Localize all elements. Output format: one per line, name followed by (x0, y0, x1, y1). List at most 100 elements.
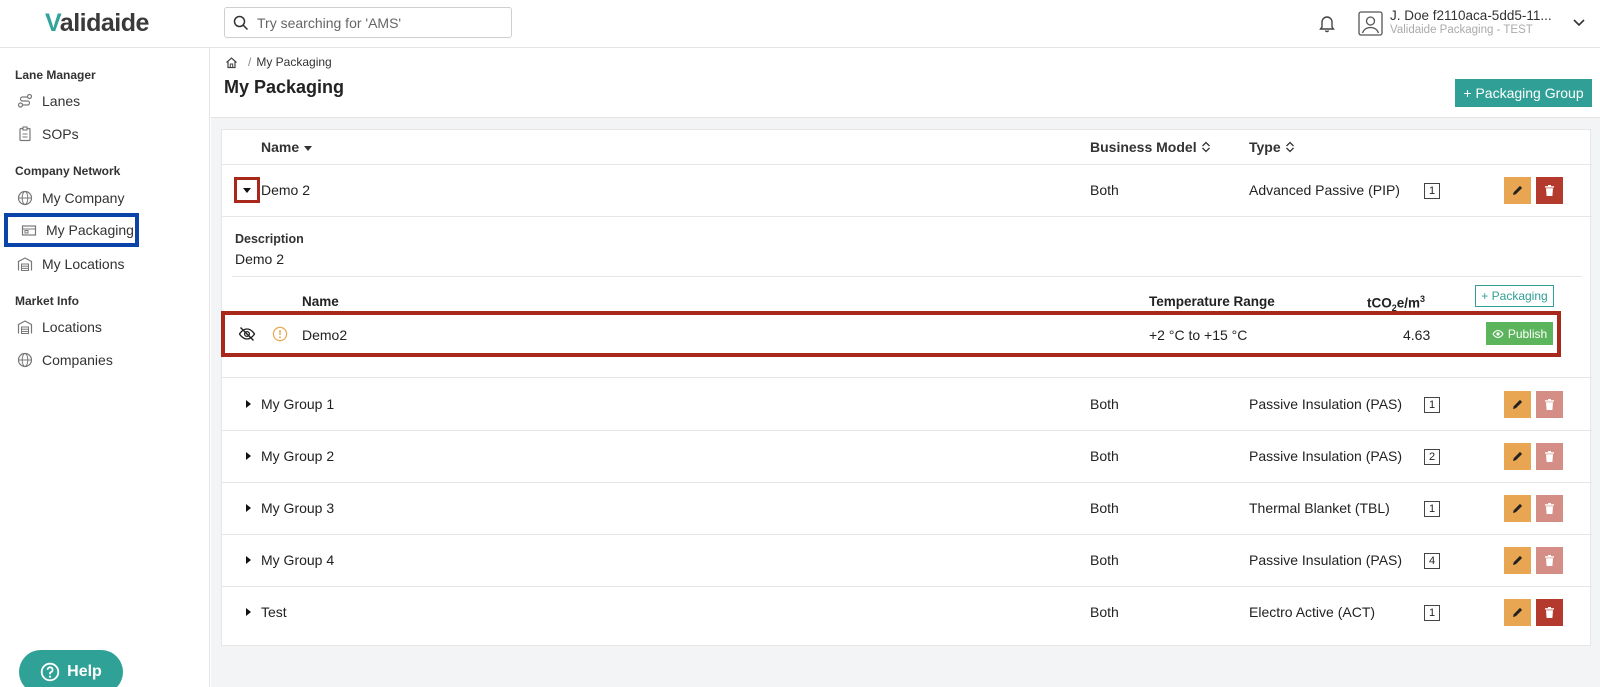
delete-button[interactable] (1536, 495, 1563, 522)
edit-button[interactable] (1504, 495, 1531, 522)
sidebar-item-locations[interactable]: Locations (17, 315, 102, 339)
help-button[interactable]: Help (19, 650, 123, 687)
search-box[interactable] (224, 7, 512, 38)
column-header-name[interactable]: Name (261, 139, 313, 155)
sidebar-item-my-company[interactable]: My Company (17, 186, 124, 210)
top-bar: Validaide J. Doe f2110aca-5dd5-11... Val… (0, 0, 1600, 48)
packaging-type: Passive Insulation (PAS) (1249, 396, 1403, 412)
sidebar-section-company-network: Company Network (15, 164, 121, 178)
packaging-type: Advanced Passive (PIP) (1249, 182, 1400, 198)
delete-button[interactable] (1536, 177, 1563, 204)
edit-button[interactable] (1504, 443, 1531, 470)
bell-icon[interactable] (1316, 12, 1338, 34)
delete-button[interactable] (1536, 599, 1563, 626)
sidebar-item-my-locations[interactable]: My Locations (17, 252, 124, 276)
tco2-value: 4.63 (1403, 327, 1431, 343)
pencil-icon (1513, 451, 1523, 461)
table-row[interactable]: Test Both Electro Active (ACT) 1 (222, 586, 1592, 638)
sidebar-item-lanes[interactable]: Lanes (17, 89, 80, 113)
user-company: Validaide Packaging - TEST (1390, 24, 1533, 36)
sidebar-item-label: Lanes (42, 93, 81, 109)
edit-button[interactable] (1504, 547, 1531, 574)
trash-icon (1545, 451, 1554, 462)
table-row[interactable]: My Group 1 Both Passive Insulation (PAS)… (222, 378, 1592, 430)
sidebar-item-sops[interactable]: SOPs (17, 122, 79, 146)
delete-button[interactable] (1536, 547, 1563, 574)
table-row[interactable]: My Group 4 Both Passive Insulation (PAS)… (222, 534, 1592, 586)
count-badge: 1 (1424, 605, 1440, 621)
pencil-icon (1513, 503, 1523, 513)
caret-right-icon[interactable] (241, 397, 255, 411)
business-model: Both (1090, 500, 1119, 516)
group-name: Test (261, 604, 287, 620)
sidebar-section-lane-manager: Lane Manager (15, 68, 96, 82)
trash-icon (1545, 185, 1554, 196)
packaging-type: Thermal Blanket (TBL) (1249, 500, 1390, 516)
sort-icon (1201, 141, 1210, 153)
group-name: My Group 2 (261, 448, 335, 464)
warning-icon (272, 326, 288, 342)
add-packaging-button[interactable]: + Packaging (1475, 285, 1554, 307)
edit-button[interactable] (1504, 177, 1531, 204)
table-row-expanded[interactable]: Demo 2 Both Advanced Passive (PIP) 1 (222, 164, 1592, 216)
column-header-business-model[interactable]: Business Model (1090, 139, 1211, 155)
packaging-table: Name Business Model Type Demo 2 Both Adv… (221, 129, 1592, 646)
column-header-type[interactable]: Type (1249, 139, 1295, 155)
globe-icon (17, 352, 33, 368)
delete-button[interactable] (1536, 443, 1563, 470)
caret-right-icon[interactable] (241, 449, 255, 463)
packaging-type: Passive Insulation (PAS) (1249, 552, 1403, 568)
help-label: Help (67, 663, 102, 680)
count-badge: 4 (1424, 553, 1440, 569)
sidebar-item-my-packaging[interactable]: My Packaging (4, 213, 139, 247)
column-header-label: Business Model (1090, 139, 1197, 155)
description-label: Description (235, 232, 304, 246)
user-name: J. Doe f2110aca-5dd5-11... (1390, 8, 1552, 23)
edit-button[interactable] (1504, 391, 1531, 418)
package-icon (21, 225, 37, 236)
eye-off-icon[interactable] (238, 326, 256, 342)
trash-icon (1545, 399, 1554, 410)
home-icon[interactable] (225, 56, 238, 69)
group-name: My Group 1 (261, 396, 335, 412)
caret-right-icon[interactable] (241, 605, 255, 619)
publish-label: Publish (1507, 326, 1548, 341)
user-menu[interactable]: J. Doe f2110aca-5dd5-11... Validaide Pac… (1358, 9, 1552, 37)
collapse-toggle[interactable] (234, 177, 260, 203)
caret-right-icon[interactable] (241, 501, 255, 515)
pencil-icon (1513, 555, 1523, 565)
eye-icon (1492, 329, 1504, 338)
page-title: My Packaging (224, 77, 345, 97)
add-packaging-group-button[interactable]: + Packaging Group (1455, 79, 1592, 107)
question-circle-icon (40, 662, 60, 682)
chevron-down-icon[interactable] (1572, 16, 1586, 30)
sort-desc-icon (304, 146, 313, 151)
packaging-name: Demo2 (302, 327, 348, 343)
publish-button[interactable]: Publish (1486, 322, 1553, 345)
validaide-logo[interactable]: Validaide (45, 9, 149, 38)
globe-icon (17, 190, 33, 206)
breadcrumb-separator: / (248, 55, 252, 69)
table-row[interactable]: My Group 2 Both Passive Insulation (PAS)… (222, 430, 1592, 482)
count-badge: 1 (1424, 397, 1440, 413)
pencil-icon (1513, 185, 1523, 195)
sidebar-item-label: Companies (42, 352, 113, 368)
business-model: Both (1090, 396, 1119, 412)
search-input[interactable] (257, 14, 507, 31)
business-model: Both (1090, 604, 1119, 620)
packaging-row-highlighted[interactable]: Demo2 +2 °C to +15 °C 4.63 Publish (221, 311, 1561, 357)
edit-button[interactable] (1504, 599, 1531, 626)
divider (232, 276, 1582, 277)
route-icon (17, 93, 33, 108)
table-row[interactable]: My Group 3 Both Thermal Blanket (TBL) 1 (222, 482, 1592, 534)
business-model: Both (1090, 448, 1119, 464)
divider (222, 216, 1592, 217)
caret-right-icon[interactable] (241, 553, 255, 567)
warehouse-icon (17, 257, 33, 271)
business-model: Both (1090, 552, 1119, 568)
count-badge: 1 (1424, 183, 1440, 199)
sidebar-item-companies[interactable]: Companies (17, 348, 113, 372)
sidebar: Lane Manager Lanes SOPs Company Network … (0, 48, 210, 687)
trash-icon (1545, 503, 1554, 514)
delete-button[interactable] (1536, 391, 1563, 418)
